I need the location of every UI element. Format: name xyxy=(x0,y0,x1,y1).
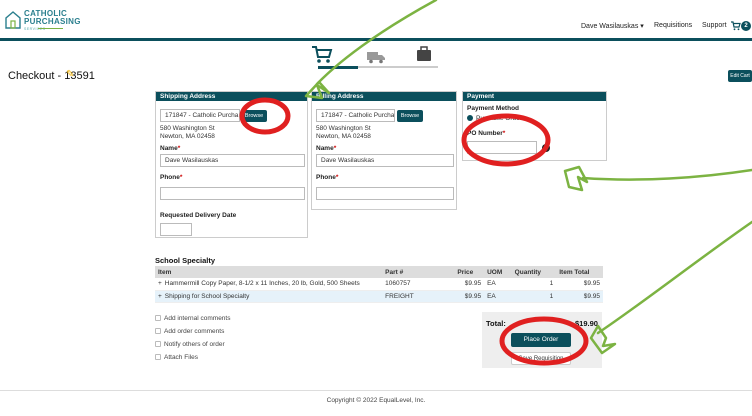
church-logo-icon xyxy=(5,11,21,29)
attach-files-option[interactable]: Attach Files xyxy=(155,354,198,361)
shipping-panel-header: Shipping Address xyxy=(156,92,307,101)
column-header: Part # xyxy=(382,266,455,278)
billing-phone-field[interactable] xyxy=(316,187,454,200)
billing-address-panel: Billing Address 171847 - Catholic Purcha… xyxy=(311,91,457,210)
checkbox-icon xyxy=(155,315,161,321)
nav-support[interactable]: Support xyxy=(702,22,727,29)
item-cell: + Hammermill Copy Paper, 8-1/2 x 11 Inche… xyxy=(155,278,383,291)
place-order-button[interactable]: Place Order xyxy=(511,333,571,347)
delivery-date-field[interactable] xyxy=(160,223,192,236)
column-header: Item Total xyxy=(556,266,603,278)
nav-requisitions[interactable]: Requisitions xyxy=(654,22,692,29)
brand-underline xyxy=(38,28,63,29)
user-menu[interactable]: Dave Wasilauskas ▾ xyxy=(581,22,644,30)
shipping-phone-label: Phone* xyxy=(160,174,183,181)
column-header: Item xyxy=(155,266,383,278)
shipping-address-panel: Shipping Address 171847 - Catholic Purch… xyxy=(155,91,308,238)
column-header: Price xyxy=(454,266,485,278)
item-total-cell: $9.95 xyxy=(556,290,603,303)
notify-others-option[interactable]: Notify others of order xyxy=(155,341,225,348)
table-header-row: Item Part # Price UOM Quantity Item Tota… xyxy=(155,266,603,278)
total-label: Total: xyxy=(486,319,506,328)
order-items-table: Item Part # Price UOM Quantity Item Tota… xyxy=(155,266,603,303)
checkbox-icon xyxy=(155,354,161,360)
arrowhead-po-number xyxy=(563,165,589,192)
table-row[interactable]: + Shipping for School Specialty FREIGHT $… xyxy=(155,290,603,303)
brand-logo-text[interactable]: CATHOLIC PURCHASING xyxy=(24,10,81,26)
column-header: Quantity xyxy=(511,266,557,278)
vendor-name: School Specialty xyxy=(155,256,216,265)
cart-count-badge[interactable]: 2 xyxy=(741,21,751,31)
arrow-to-place-order xyxy=(596,220,752,335)
checkbox-icon xyxy=(155,328,161,334)
help-icon[interactable]: ? xyxy=(542,144,550,152)
shipping-phone-field[interactable] xyxy=(160,187,305,200)
quantity-cell: 1 xyxy=(511,290,557,303)
arrow-to-po-number xyxy=(581,168,752,181)
po-number-field[interactable] xyxy=(467,141,537,154)
column-header: UOM xyxy=(484,266,512,278)
chevron-down-icon: ▾ xyxy=(640,23,644,30)
truck-step-icon xyxy=(367,52,385,64)
payment-method-radio[interactable]: Purchase Order xyxy=(467,115,522,123)
checkout-progress-fill xyxy=(318,66,358,69)
checkbox-icon xyxy=(155,341,161,347)
shipping-address-select[interactable]: 171847 - Catholic Purcha xyxy=(160,109,240,122)
delivery-date-label: Requested Delivery Date xyxy=(160,212,237,219)
add-order-comments-option[interactable]: Add order comments xyxy=(155,328,224,335)
shipping-name-label: Name* xyxy=(160,145,181,152)
po-number-label: PO Number* xyxy=(467,130,506,137)
billing-address-line: Newton, MA 02458 xyxy=(316,133,371,140)
part-cell: 1060757 xyxy=(382,278,455,291)
price-cell: $9.95 xyxy=(454,290,485,303)
add-internal-comments-option[interactable]: Add internal comments xyxy=(155,315,230,322)
payment-panel: Payment Payment Method Purchase Order PO… xyxy=(462,91,607,161)
shipping-name-field[interactable]: Dave Wasilauskas xyxy=(160,154,305,167)
item-cell: + Shipping for School Specialty xyxy=(155,290,383,303)
billing-name-field[interactable]: Dave Wasilauskas xyxy=(316,154,454,167)
top-bar xyxy=(0,0,752,38)
shipping-address-line: Newton, MA 02458 xyxy=(160,133,215,140)
billing-browse-button[interactable]: Browse xyxy=(397,110,423,122)
billing-name-label: Name* xyxy=(316,145,337,152)
payment-panel-header: Payment xyxy=(463,92,606,101)
billing-address-line: 580 Washington St xyxy=(316,125,371,132)
edit-cart-button[interactable]: Edit Cart xyxy=(728,70,752,82)
quantity-cell: 1 xyxy=(511,278,557,291)
top-bar-divider xyxy=(0,38,752,41)
uom-cell: EA xyxy=(484,290,512,303)
briefcase-step-icon xyxy=(417,46,431,61)
footer-divider xyxy=(0,390,752,391)
cart-step-icon xyxy=(312,46,333,63)
radio-selected-icon xyxy=(467,115,473,121)
item-total-cell: $9.95 xyxy=(556,278,603,291)
total-value: $19.90 xyxy=(575,319,598,328)
shipping-address-line: 580 Washington St xyxy=(160,125,215,132)
part-cell: FREIGHT xyxy=(382,290,455,303)
billing-phone-label: Phone* xyxy=(316,174,339,181)
save-requisition-button[interactable]: Save Requisition xyxy=(511,352,571,365)
payment-method-label: Payment Method xyxy=(467,105,520,112)
table-row[interactable]: + Hammermill Copy Paper, 8-1/2 x 11 Inche… xyxy=(155,278,603,291)
expand-plus-icon[interactable]: + xyxy=(158,293,162,300)
price-cell: $9.95 xyxy=(454,278,485,291)
edit-pencil-icon[interactable]: ✎ xyxy=(66,69,74,80)
shipping-browse-button[interactable]: Browse xyxy=(241,110,267,122)
billing-panel-header: Billing Address xyxy=(312,92,456,101)
uom-cell: EA xyxy=(484,278,512,291)
cart-icon[interactable] xyxy=(731,21,741,31)
expand-plus-icon[interactable]: + xyxy=(158,280,162,287)
billing-address-select[interactable]: 171847 - Catholic Purcha xyxy=(316,109,395,122)
page-title: Checkout - 13591 xyxy=(8,70,95,82)
footer-copyright: Copyright © 2022 EqualLevel, Inc. xyxy=(326,397,426,404)
